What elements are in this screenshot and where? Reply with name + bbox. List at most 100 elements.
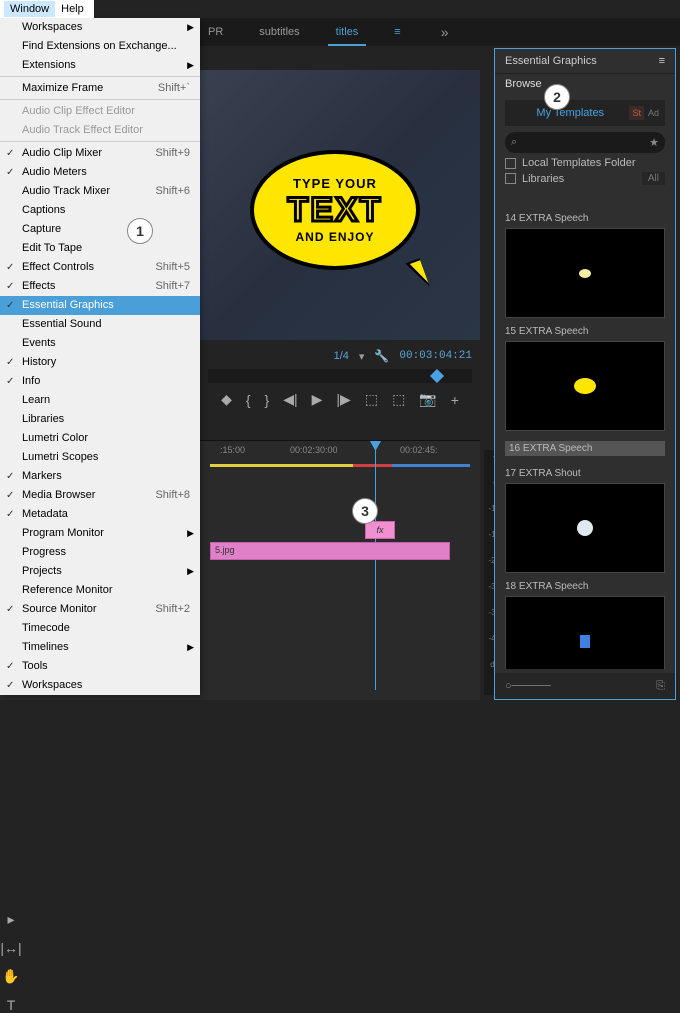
menu-item[interactable]: Events <box>0 334 200 353</box>
menu-item[interactable]: ✓Metadata <box>0 505 200 524</box>
checkbox-icon[interactable] <box>505 173 516 184</box>
menu-item[interactable]: ✓Workspaces <box>0 676 200 695</box>
menu-item-label: Source Monitor <box>22 602 97 617</box>
play-icon[interactable]: ▶ <box>312 391 323 408</box>
menu-item[interactable]: Captions <box>0 201 200 220</box>
zoom-dropdown-icon[interactable]: ▾ <box>359 350 365 363</box>
selection-tool-icon[interactable]: ▸ <box>7 911 14 928</box>
scrub-bar[interactable] <box>208 369 472 383</box>
search-input[interactable]: ⌕ ★ <box>505 132 665 153</box>
menu-item[interactable]: Audio Track MixerShift+6 <box>0 182 200 201</box>
tab-titles[interactable]: titles <box>328 22 367 42</box>
playhead[interactable] <box>375 441 376 690</box>
track-select-tool-icon[interactable]: |↔| <box>0 940 21 956</box>
menu-item[interactable]: Reference Monitor <box>0 581 200 600</box>
menu-window[interactable]: Window <box>4 1 55 17</box>
step-back-icon[interactable]: ◀| <box>283 391 297 408</box>
ad-icon[interactable]: Ad <box>648 108 659 118</box>
template-thumbnail[interactable] <box>505 341 665 431</box>
menu-item[interactable]: ✓Tools <box>0 657 200 676</box>
extract-icon[interactable]: ⬚ <box>392 391 405 408</box>
shortcut-label: Shift+5 <box>155 260 190 275</box>
add-marker-icon[interactable]: ◆ <box>221 391 232 408</box>
menu-item[interactable]: Extensions▶ <box>0 56 200 77</box>
template-thumbnail[interactable] <box>505 483 665 573</box>
settings-icon[interactable]: 🔧 <box>374 349 389 363</box>
menu-item[interactable]: Lumetri Scopes <box>0 448 200 467</box>
menu-item[interactable]: Program Monitor▶ <box>0 524 200 543</box>
menu-item[interactable]: Progress <box>0 543 200 562</box>
templates-list[interactable]: 14 EXTRA Speech15 EXTRA Speech16 EXTRA S… <box>495 209 675 669</box>
program-monitor: TYPE YOUR TEXT AND ENJOY <box>200 70 480 340</box>
menu-item[interactable]: ✓Effect ControlsShift+5 <box>0 258 200 277</box>
my-templates-filter[interactable]: My Templates St Ad <box>505 100 665 126</box>
tab-menu-icon[interactable]: ≡ <box>394 26 400 38</box>
star-icon[interactable]: ★ <box>649 136 659 149</box>
menu-item[interactable]: Projects▶ <box>0 562 200 581</box>
menu-item-label: Markers <box>22 469 62 484</box>
clip-graphic[interactable]: fx <box>365 521 395 539</box>
menu-item[interactable]: ✓ Markers <box>0 467 200 486</box>
export-frame-icon[interactable]: 📷 <box>419 391 436 408</box>
menu-item[interactable]: ✓Essential Graphics <box>0 296 200 315</box>
shortcut-label: Shift+2 <box>155 602 190 617</box>
preview-canvas[interactable]: TYPE YOUR TEXT AND ENJOY <box>200 70 480 340</box>
menu-item[interactable]: ✓Source MonitorShift+2 <box>0 600 200 619</box>
menu-item[interactable]: ✓Info <box>0 372 200 391</box>
menu-item[interactable]: Capture <box>0 220 200 239</box>
menu-item[interactable]: Timecode <box>0 619 200 638</box>
menu-item[interactable]: Find Extensions on Exchange... <box>0 37 200 56</box>
menu-item-label: Find Extensions on Exchange... <box>22 39 177 54</box>
template-thumbnail[interactable] <box>505 596 665 669</box>
template-item[interactable]: 14 EXTRA Speech <box>495 209 675 322</box>
menu-item[interactable]: Lumetri Color <box>0 429 200 448</box>
submenu-arrow-icon: ▶ <box>187 58 194 73</box>
template-item[interactable]: 15 EXTRA Speech <box>495 322 675 435</box>
hand-tool-icon[interactable]: ✋ <box>2 968 19 985</box>
template-thumbnail[interactable] <box>505 228 665 318</box>
checkbox-icon[interactable] <box>505 158 516 169</box>
menu-item[interactable]: ✓EffectsShift+7 <box>0 277 200 296</box>
menu-item[interactable]: Learn <box>0 391 200 410</box>
menu-item[interactable]: ✓Audio Clip MixerShift+9 <box>0 144 200 163</box>
clip-video[interactable]: 5.jpg <box>210 542 450 560</box>
menu-item[interactable]: Edit To Tape <box>0 239 200 258</box>
step-forward-icon[interactable]: |▶ <box>336 391 350 408</box>
libraries-dropdown[interactable]: All <box>642 172 665 185</box>
menu-item-label: Effects <box>22 279 55 294</box>
menu-item[interactable]: ✓History <box>0 353 200 372</box>
tab-overflow-icon[interactable]: » <box>441 24 449 40</box>
check-icon: ✓ <box>6 469 14 484</box>
panel-menu-icon[interactable]: ≡ <box>659 55 665 67</box>
lift-icon[interactable]: ⬚ <box>365 391 378 408</box>
marker-diamond-icon[interactable] <box>430 369 444 383</box>
template-item[interactable]: 16 EXTRA Speech <box>495 435 675 464</box>
button-editor-icon[interactable]: + <box>451 392 459 408</box>
stock-icon[interactable]: St <box>629 106 644 120</box>
menu-item[interactable]: Libraries <box>0 410 200 429</box>
out-point-icon[interactable]: } <box>265 392 270 408</box>
menu-item[interactable]: Essential Sound <box>0 315 200 334</box>
bubble-line3: AND ENJOY <box>295 230 374 244</box>
tab-subtitles[interactable]: subtitles <box>251 22 307 42</box>
tab-browse[interactable]: Browse <box>505 78 542 90</box>
template-item[interactable]: 18 EXTRA Speech <box>495 577 675 669</box>
menu-item[interactable]: Maximize FrameShift+` <box>0 79 200 100</box>
menu-help[interactable]: Help <box>55 1 90 17</box>
menu-item[interactable]: ✓Media BrowserShift+8 <box>0 486 200 505</box>
local-templates-option[interactable]: Local Templates Folder <box>505 157 665 169</box>
menu-item[interactable]: ✓Audio Meters <box>0 163 200 182</box>
template-item[interactable]: 17 EXTRA Shout <box>495 464 675 577</box>
zoom-slider[interactable]: ○───── <box>505 680 551 692</box>
zoom-level[interactable]: 1/4 <box>334 350 349 362</box>
menu-item[interactable]: Workspaces▶ <box>0 18 200 37</box>
timecode-display[interactable]: 00:03:04:21 <box>399 350 472 362</box>
menu-item[interactable]: Timelines▶ <box>0 638 200 657</box>
tab-pr[interactable]: PR <box>200 22 231 42</box>
in-point-icon[interactable]: { <box>246 392 251 408</box>
submenu-arrow-icon: ▶ <box>187 564 194 579</box>
type-tool-icon[interactable]: T <box>7 997 16 1013</box>
libraries-option[interactable]: Libraries All <box>505 172 665 185</box>
new-item-icon[interactable]: ⎘ <box>656 680 665 693</box>
time-ruler[interactable]: :15:00 00:02:30:00 00:02:45: <box>210 441 480 469</box>
